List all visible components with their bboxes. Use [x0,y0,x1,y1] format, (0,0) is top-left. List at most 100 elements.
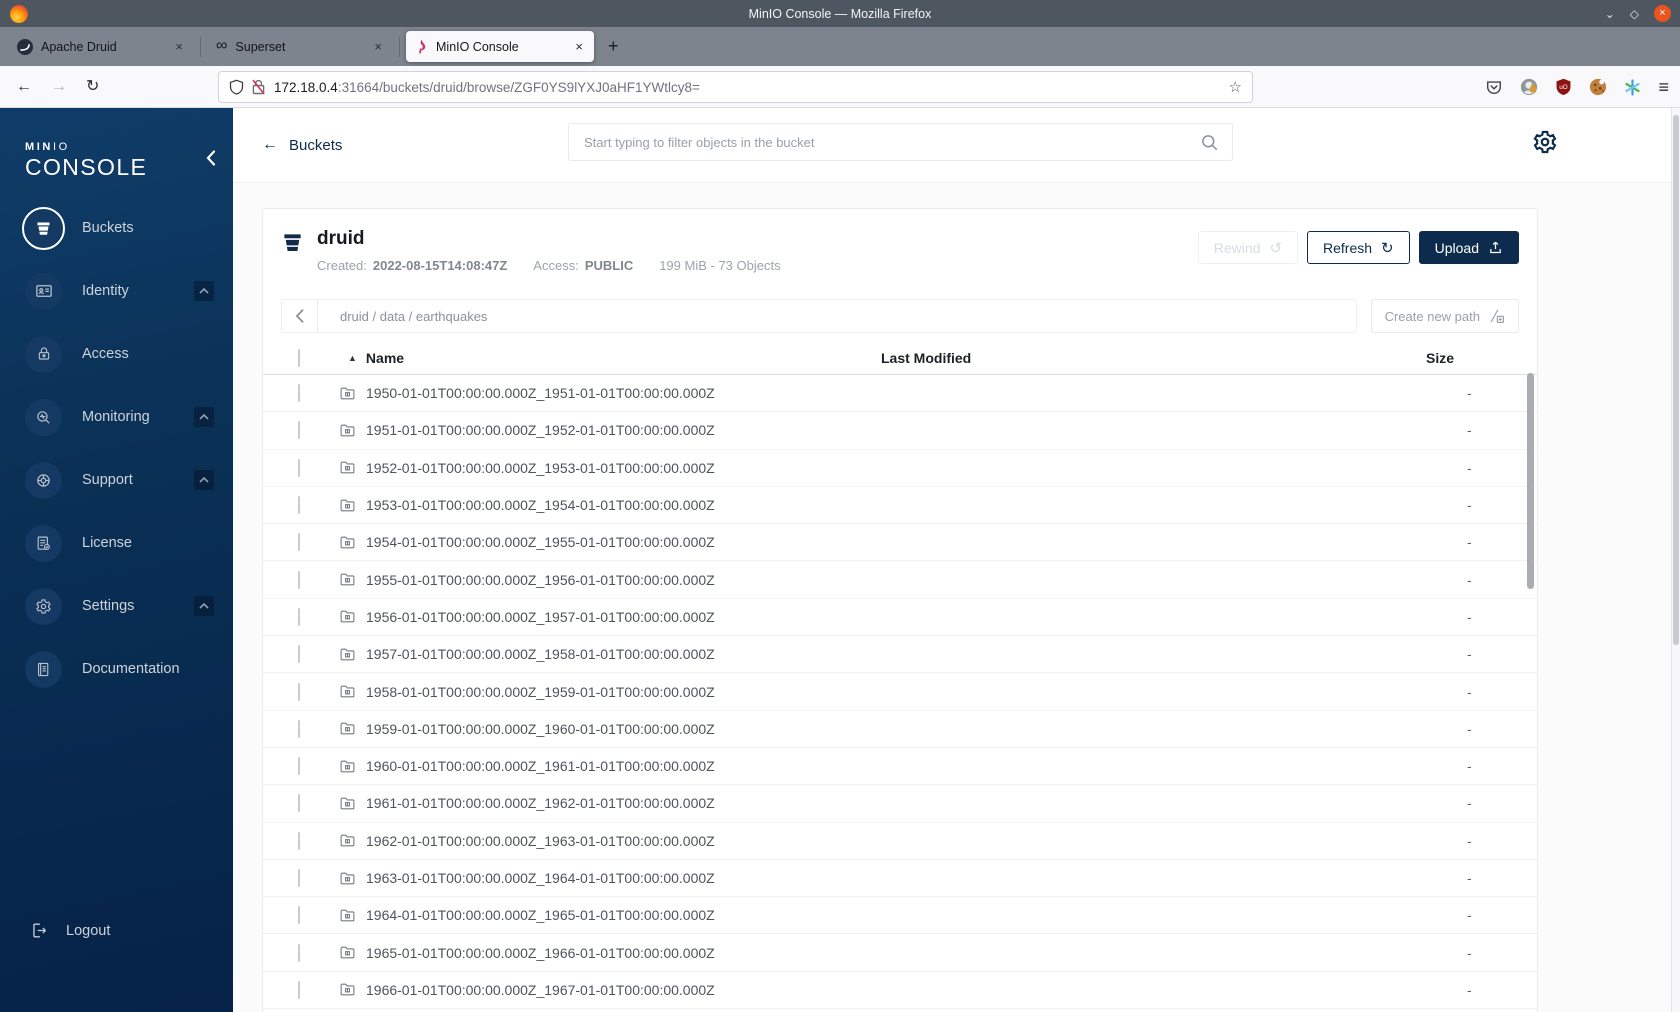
tab-close-icon[interactable]: × [173,39,185,54]
row-checkbox[interactable] [298,757,300,776]
object-table-row[interactable]: 1966-01-01T00:00:00.000Z_1967-01-01T00:0… [263,972,1537,1010]
row-checkbox[interactable] [298,607,300,626]
row-checkbox[interactable] [298,906,300,925]
path-back-button[interactable] [282,300,318,332]
rewind-button[interactable]: Rewind ↺ [1197,231,1299,264]
row-checkbox[interactable] [298,458,300,477]
column-header-name[interactable]: Name [366,350,404,366]
window-close-button[interactable]: × [1654,5,1671,22]
back-to-buckets-link[interactable]: ← Buckets [262,136,342,154]
sidebar-item-identity[interactable]: Identity [25,271,223,311]
row-checkbox[interactable] [298,794,300,813]
sidebar-item-documentation[interactable]: Documentation [25,649,223,689]
pocket-icon[interactable] [1485,78,1503,96]
object-name-label[interactable]: 1954-01-01T00:00:00.000Z_1955-01-01T00:0… [366,534,715,550]
forward-button[interactable]: → [51,76,67,98]
object-name-label[interactable]: 1958-01-01T00:00:00.000Z_1959-01-01T00:0… [366,684,715,700]
object-name-label[interactable]: 1961-01-01T00:00:00.000Z_1962-01-01T00:0… [366,795,715,811]
object-name-label[interactable]: 1959-01-01T00:00:00.000Z_1960-01-01T00:0… [366,721,715,737]
row-checkbox[interactable] [298,980,300,999]
object-table-row[interactable]: 1952-01-01T00:00:00.000Z_1953-01-01T00:0… [263,450,1537,487]
row-checkbox[interactable] [298,943,300,962]
row-checkbox[interactable] [298,533,300,552]
new-tab-button[interactable]: + [608,36,619,57]
shield-icon[interactable] [229,79,244,95]
row-checkbox[interactable] [298,831,300,850]
chevron-up-icon[interactable] [194,281,214,301]
page-scrollbar-thumb[interactable] [1673,115,1679,645]
sidebar-item-access[interactable]: Access [25,334,223,374]
object-name-label[interactable]: 1953-01-01T00:00:00.000Z_1954-01-01T00:0… [366,497,715,513]
sidebar-item-logout[interactable]: Logout [30,921,110,940]
object-table-row[interactable]: 1961-01-01T00:00:00.000Z_1962-01-01T00:0… [263,785,1537,823]
object-name-label[interactable]: 1950-01-01T00:00:00.000Z_1951-01-01T00:0… [366,385,715,401]
object-name-label[interactable]: 1962-01-01T00:00:00.000Z_1963-01-01T00:0… [366,833,715,849]
object-name-label[interactable]: 1960-01-01T00:00:00.000Z_1961-01-01T00:0… [366,758,715,774]
create-new-path-button[interactable]: Create new path [1370,299,1519,333]
back-button[interactable]: ← [16,76,32,98]
ublock-origin-icon[interactable]: uO [1555,78,1572,96]
row-checkbox[interactable] [298,384,300,403]
object-name-label[interactable]: 1957-01-01T00:00:00.000Z_1958-01-01T00:0… [366,646,715,662]
hamburger-menu-icon[interactable]: ≡ [1658,77,1669,98]
object-name-label[interactable]: 1963-01-01T00:00:00.000Z_1964-01-01T00:0… [366,870,715,886]
reload-button[interactable]: ↻ [86,76,99,98]
chevron-up-icon[interactable] [194,407,214,427]
tab-superset[interactable]: ∞ Superset × [207,31,393,62]
object-table-row[interactable]: 1956-01-01T00:00:00.000Z_1957-01-01T00:0… [263,599,1537,637]
search-input[interactable] [569,134,1200,150]
object-table-row[interactable]: 1954-01-01T00:00:00.000Z_1955-01-01T00:0… [263,524,1537,562]
insecure-lock-icon[interactable] [252,79,265,95]
object-table-row[interactable]: 1955-01-01T00:00:00.000Z_1956-01-01T00:0… [263,561,1537,599]
tab-close-icon[interactable]: × [573,39,585,54]
column-header-last-modified[interactable]: Last Modified [881,350,1426,366]
object-table-row[interactable]: 1965-01-01T00:00:00.000Z_1966-01-01T00:0… [263,934,1537,972]
object-table-row[interactable]: 1953-01-01T00:00:00.000Z_1954-01-01T00:0… [263,487,1537,525]
privacy-extension-icon[interactable] [1520,78,1538,96]
tab-apache-druid[interactable]: Apache Druid × [8,31,194,62]
object-table-row[interactable]: 1964-01-01T00:00:00.000Z_1965-01-01T00:0… [263,897,1537,935]
row-checkbox[interactable] [298,645,300,664]
chevron-up-icon[interactable] [194,470,214,490]
refresh-button[interactable]: Refresh ↻ [1307,231,1410,264]
object-table-row[interactable]: 1959-01-01T00:00:00.000Z_1960-01-01T00:0… [263,711,1537,748]
sidebar-item-support[interactable]: Support [25,460,223,500]
object-table-row[interactable]: 1958-01-01T00:00:00.000Z_1959-01-01T00:0… [263,673,1537,711]
select-all-checkbox[interactable] [298,349,300,367]
row-checkbox[interactable] [298,421,300,440]
upload-button[interactable]: Upload [1418,231,1519,264]
tab-close-icon[interactable]: × [372,39,384,54]
object-name-label[interactable]: 1956-01-01T00:00:00.000Z_1957-01-01T00:0… [366,609,715,625]
cookie-extension-icon[interactable] [1589,78,1607,96]
chevron-up-icon[interactable] [194,596,214,616]
object-name-label[interactable]: 1955-01-01T00:00:00.000Z_1956-01-01T00:0… [366,572,715,588]
bookmark-star-icon[interactable]: ☆ [1229,78,1242,96]
extension-asterisk-icon[interactable] [1624,78,1641,96]
row-checkbox[interactable] [298,869,300,887]
page-scrollbar[interactable] [1671,108,1680,1012]
row-checkbox[interactable] [298,496,300,515]
window-maximize-button[interactable]: ◇ [1630,8,1639,20]
sidebar-item-monitoring[interactable]: Monitoring [25,397,223,437]
object-table-row[interactable]: 1960-01-01T00:00:00.000Z_1961-01-01T00:0… [263,748,1537,786]
row-checkbox[interactable] [298,570,300,589]
sort-ascending-icon[interactable]: ▲ [348,353,357,363]
object-table-row[interactable]: 1962-01-01T00:00:00.000Z_1963-01-01T00:0… [263,823,1537,860]
settings-gear-icon[interactable] [1532,129,1558,155]
object-name-label[interactable]: 1965-01-01T00:00:00.000Z_1966-01-01T00:0… [366,945,715,961]
object-name-label[interactable]: 1966-01-01T00:00:00.000Z_1967-01-01T00:0… [366,982,715,998]
breadcrumb[interactable]: druid / data / earthquakes [340,309,487,324]
object-table-row[interactable]: 1951-01-01T00:00:00.000Z_1952-01-01T00:0… [263,412,1537,450]
sidebar-item-license[interactable]: License [25,523,223,563]
sidebar-item-settings[interactable]: Settings [25,586,223,626]
sidebar-collapse-icon[interactable] [206,150,216,166]
object-table-row[interactable]: 1950-01-01T00:00:00.000Z_1951-01-01T00:0… [263,375,1537,413]
object-table-row[interactable]: 1963-01-01T00:00:00.000Z_1964-01-01T00:0… [263,860,1537,898]
object-table-row[interactable]: 1957-01-01T00:00:00.000Z_1958-01-01T00:0… [263,636,1537,674]
row-checkbox[interactable] [298,682,300,701]
object-name-label[interactable]: 1952-01-01T00:00:00.000Z_1953-01-01T00:0… [366,460,715,476]
row-checkbox[interactable] [298,719,300,738]
url-bar[interactable]: 172.18.0.4:31664/buckets/druid/browse/ZG… [218,71,1253,103]
table-scrollbar-thumb[interactable] [1527,373,1534,589]
object-name-label[interactable]: 1951-01-01T00:00:00.000Z_1952-01-01T00:0… [366,422,715,438]
